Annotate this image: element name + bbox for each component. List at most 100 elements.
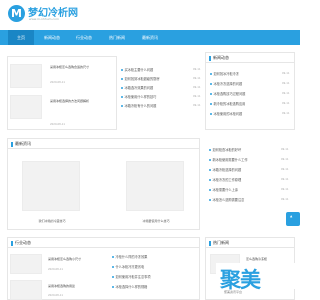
panel-title[interactable]: 最新资讯 [15, 140, 31, 148]
bullet-icon [209, 149, 211, 151]
list-item[interactable]: 冰箱选冷效果的问题 [121, 86, 181, 90]
list-item[interactable]: 新冰柜使用需要什么工作 [209, 158, 275, 162]
featured-title-1[interactable]: 采用冰柜怎么选购合适的尺寸 [50, 65, 116, 69]
list-date: 09-11 [282, 102, 290, 105]
panel-title[interactable]: 热门新闻 [213, 239, 229, 247]
list-item[interactable]: 如何检查冰柜的好坏 [209, 148, 275, 152]
panel-header: 热门新闻 [206, 238, 294, 248]
bullet-icon [210, 93, 212, 95]
panel-title[interactable]: 新闻动态 [213, 54, 229, 62]
site-header: M 梦幻冷析网 www.m-nhhum.com [0, 0, 300, 30]
list-date: 09-11 [282, 112, 290, 115]
bullet-icon [210, 103, 212, 105]
list-date: 09-11 [281, 168, 289, 171]
industry-meta-2: 2020-08-11 [48, 294, 64, 297]
bullet-icon [121, 87, 123, 89]
featured-thumb-1[interactable] [10, 64, 42, 88]
news-panel: 新闻动态 如何找冰冷柜冷冻 09-11 冰柜冷冻选择的问题 09-11 冰柜选购… [205, 52, 295, 130]
side-float-button[interactable]: ▲ [286, 212, 300, 226]
list-date: 09-11 [281, 148, 289, 151]
bullet-icon [121, 96, 123, 98]
list-date: 09-11 [282, 82, 290, 85]
list-item[interactable]: 冰柜选购技巧过程问题 [210, 92, 275, 96]
header-accent [209, 241, 211, 246]
latest-caption-1[interactable]: 我们冰箱的冷藏技巧 [12, 219, 92, 223]
bullet-icon [121, 78, 123, 80]
list-date: 09-11 [281, 188, 289, 191]
bullet-icon [210, 113, 212, 115]
latest-caption-2[interactable]: 冰箱要使用什么技巧 [116, 219, 196, 223]
industry-title-1[interactable]: 采用冰柜怎么选购小尺寸 [48, 257, 108, 261]
bullet-icon [209, 169, 211, 171]
header-accent [11, 241, 13, 246]
list-item[interactable]: 如何找到冰柜超级的厨房 [121, 77, 181, 81]
panel-header: 行业动态 [8, 238, 199, 248]
nav-item-news[interactable]: 新闻动态 [38, 30, 66, 45]
panel-header: 最新资讯 [8, 139, 199, 149]
list-date: 09-11 [193, 95, 201, 98]
list-date: 09-11 [193, 104, 201, 107]
list-item[interactable]: 如何找冰冷柜冷冻 [210, 72, 275, 76]
bullet-icon [209, 159, 211, 161]
bullet-icon [209, 199, 211, 201]
panel-title[interactable]: 行业动态 [15, 239, 31, 247]
list-item[interactable]: 买冰柜主要什么问题 [121, 68, 181, 72]
middle-list: 买冰柜主要什么问题 09-11 如何找到冰柜超级的厨房 09-11 冰箱选冷效果… [118, 56, 203, 130]
nav-item-home[interactable]: 主页 [8, 30, 34, 45]
list-item[interactable]: 冰箱冷柜有什么的问题 [121, 104, 181, 108]
list-date: 09-11 [281, 198, 289, 201]
industry-thumb-2[interactable] [10, 280, 42, 300]
list-item[interactable]: 冰柜需要什么上涂 [209, 188, 275, 192]
list-item[interactable]: 冰柜冷冻的工作原理 [209, 178, 275, 182]
header-accent [11, 142, 13, 147]
featured-thumb-2[interactable] [10, 95, 42, 119]
featured-title-2[interactable]: 采用冰柜选择的方法问题解析 [50, 99, 116, 103]
list-item[interactable]: 冷柜什么样的冷冻效果 [112, 255, 182, 259]
panel-header: 新闻动态 [206, 53, 294, 63]
list-item[interactable]: 冰箱冷柜选择的问题 [209, 168, 275, 172]
list-date: 09-11 [193, 86, 201, 89]
list-item[interactable]: 新冷柜的冰柜选购应用 [210, 102, 275, 106]
bullet-icon [209, 179, 211, 181]
bullet-icon [121, 105, 123, 107]
industry-thumb-1[interactable] [10, 254, 42, 274]
watermark-banner: 聚美 聚美资讯平台 [216, 263, 300, 294]
list-item[interactable]: 什么冰柜冷冻更省电 [112, 265, 182, 269]
banner-sub: 聚美资讯平台 [224, 290, 243, 294]
main-nav: 主页 新闻动态 行业动态 热门新闻 最新资讯 [0, 30, 300, 45]
list-date: 09-11 [282, 92, 290, 95]
nav-item-hot[interactable]: 热门新闻 [103, 30, 131, 45]
list-date: 09-11 [193, 68, 201, 71]
list-item[interactable]: 冰柜使用的冰柜问题 [210, 112, 275, 116]
bullet-icon [209, 189, 211, 191]
list-date: 09-11 [282, 72, 290, 75]
industry-panel: 行业动态 采用冰柜怎么选购小尺寸 2020-08-11 采用冰柜选购的用途 20… [7, 237, 200, 300]
featured-meta-2: 2020-08-11 [50, 123, 66, 126]
bullet-icon [112, 286, 114, 288]
list-date: 09-11 [281, 178, 289, 181]
bullet-icon [210, 83, 212, 85]
industry-title-2[interactable]: 采用冰柜选购的用途 [48, 284, 108, 288]
list-item[interactable]: 如何使用冷柜并注意事项 [112, 275, 182, 279]
nav-item-industry[interactable]: 行业动态 [70, 30, 98, 45]
list-item[interactable]: 冰柜使用什么样的技巧 [121, 95, 181, 99]
bullet-icon [112, 276, 114, 278]
latest-thumb-1[interactable] [22, 161, 80, 211]
latest-panel: 最新资讯 我们冰箱的冷藏技巧 冰箱要使用什么技巧 [7, 138, 200, 230]
featured-panel: 采用冰柜怎么选购合适的尺寸 2020-08-11 采用冰柜选择的方法问题解析 2… [7, 56, 117, 130]
header-accent [209, 56, 211, 61]
latest-thumb-2[interactable] [126, 161, 184, 211]
featured-meta-1: 2020-08-11 [50, 81, 66, 84]
list-date: 09-11 [193, 77, 201, 80]
list-item[interactable]: 冰柜怎么选购需要注意 [209, 198, 275, 202]
nav-item-latest[interactable]: 最新资讯 [136, 30, 164, 45]
right-list: 如何检查冰柜的好坏 09-11 新冰柜使用需要什么工作 09-11 冰箱冷柜选择… [205, 136, 295, 230]
arrow-up-icon: ▲ [290, 214, 293, 218]
list-date: 09-11 [281, 158, 289, 161]
bullet-icon [112, 256, 114, 258]
list-item[interactable]: 冰柜冷冻选择的问题 [210, 82, 275, 86]
list-item[interactable]: 冰柜选择什么样的规格 [112, 285, 182, 289]
industry-meta-1: 2020-08-11 [48, 268, 64, 271]
hot-title[interactable]: 怎么选购冷冻柜 [246, 257, 294, 261]
logo-icon[interactable]: M [8, 5, 25, 22]
